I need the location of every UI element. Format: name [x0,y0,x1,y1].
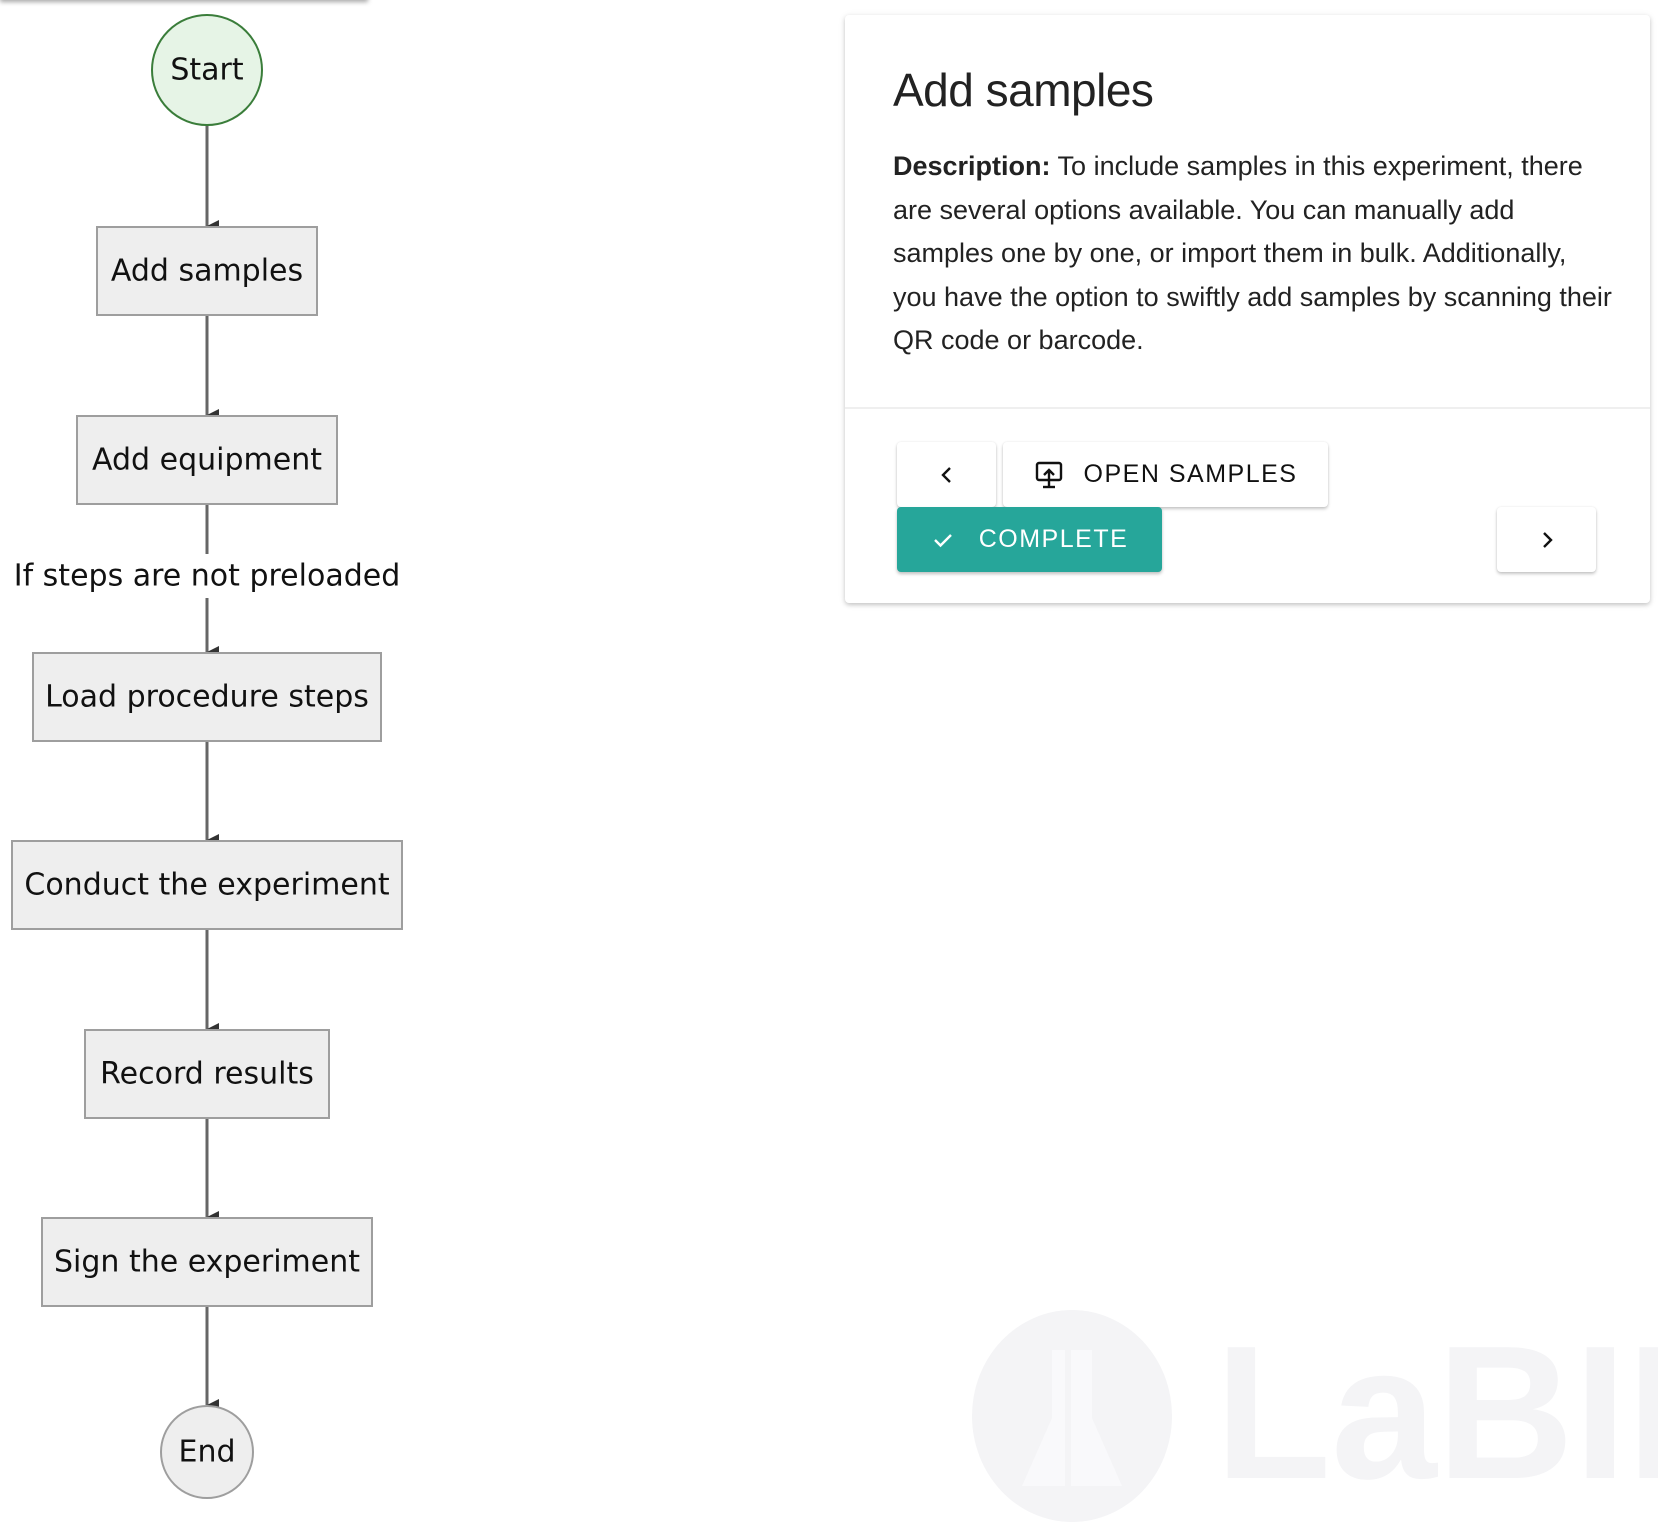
chevron-right-icon [1537,530,1557,550]
watermark-text: LaBII [1215,1310,1658,1519]
next-step-button[interactable] [1497,507,1596,572]
flow-node-label: Record results [100,1057,314,1092]
flow-node-label: Add equipment [92,443,322,478]
step-card: Add samples Description: To include samp… [845,15,1650,603]
flow-node-label: Load procedure steps [45,680,369,715]
complete-step-button[interactable]: COMPLETE [897,507,1162,572]
step-description: Description: To include samples in this … [893,145,1613,363]
flow-node-sign-experiment: Sign the experiment [41,1217,373,1307]
flask-icon [972,1310,1172,1522]
flow-node-load-procedure-steps: Load procedure steps [32,652,382,742]
flow-edge-label: If steps are not preloaded [14,559,401,594]
step-title: Add samples [893,64,1154,116]
card-divider [845,407,1650,409]
flow-node-conduct-experiment: Conduct the experiment [11,840,403,930]
description-text: To include samples in this experiment, t… [893,151,1612,355]
previous-step-button[interactable] [897,442,996,507]
flow-node-add-equipment: Add equipment [76,415,338,505]
flow-node-label: Conduct the experiment [24,868,389,903]
description-label: Description: [893,151,1051,181]
complete-label: COMPLETE [978,525,1129,553]
flow-node-label: End [178,1435,235,1470]
open-samples-button[interactable]: OPEN SAMPLES [1003,442,1328,507]
flow-edge-add-equipment-to-load-procedure-steps: If steps are not preloaded [14,504,401,658]
brand-watermark: LaBII [972,1310,1658,1522]
flow-node-label: Sign the experiment [54,1245,360,1280]
flow-node-record-results: Record results [84,1029,330,1119]
flow-node-start: Start [151,14,263,126]
flow-node-label: Add samples [111,254,303,289]
flow-node-label: Start [170,53,244,88]
workflow-flowchart: If steps are not preloaded Start Add samp… [11,14,403,1499]
flow-node-end: End [160,1405,254,1499]
flow-node-add-samples: Add samples [96,226,318,316]
check-icon [931,528,955,552]
monitor-upload-icon [1034,460,1064,490]
open-samples-label: OPEN SAMPLES [1083,460,1298,488]
chevron-left-icon [937,465,957,485]
